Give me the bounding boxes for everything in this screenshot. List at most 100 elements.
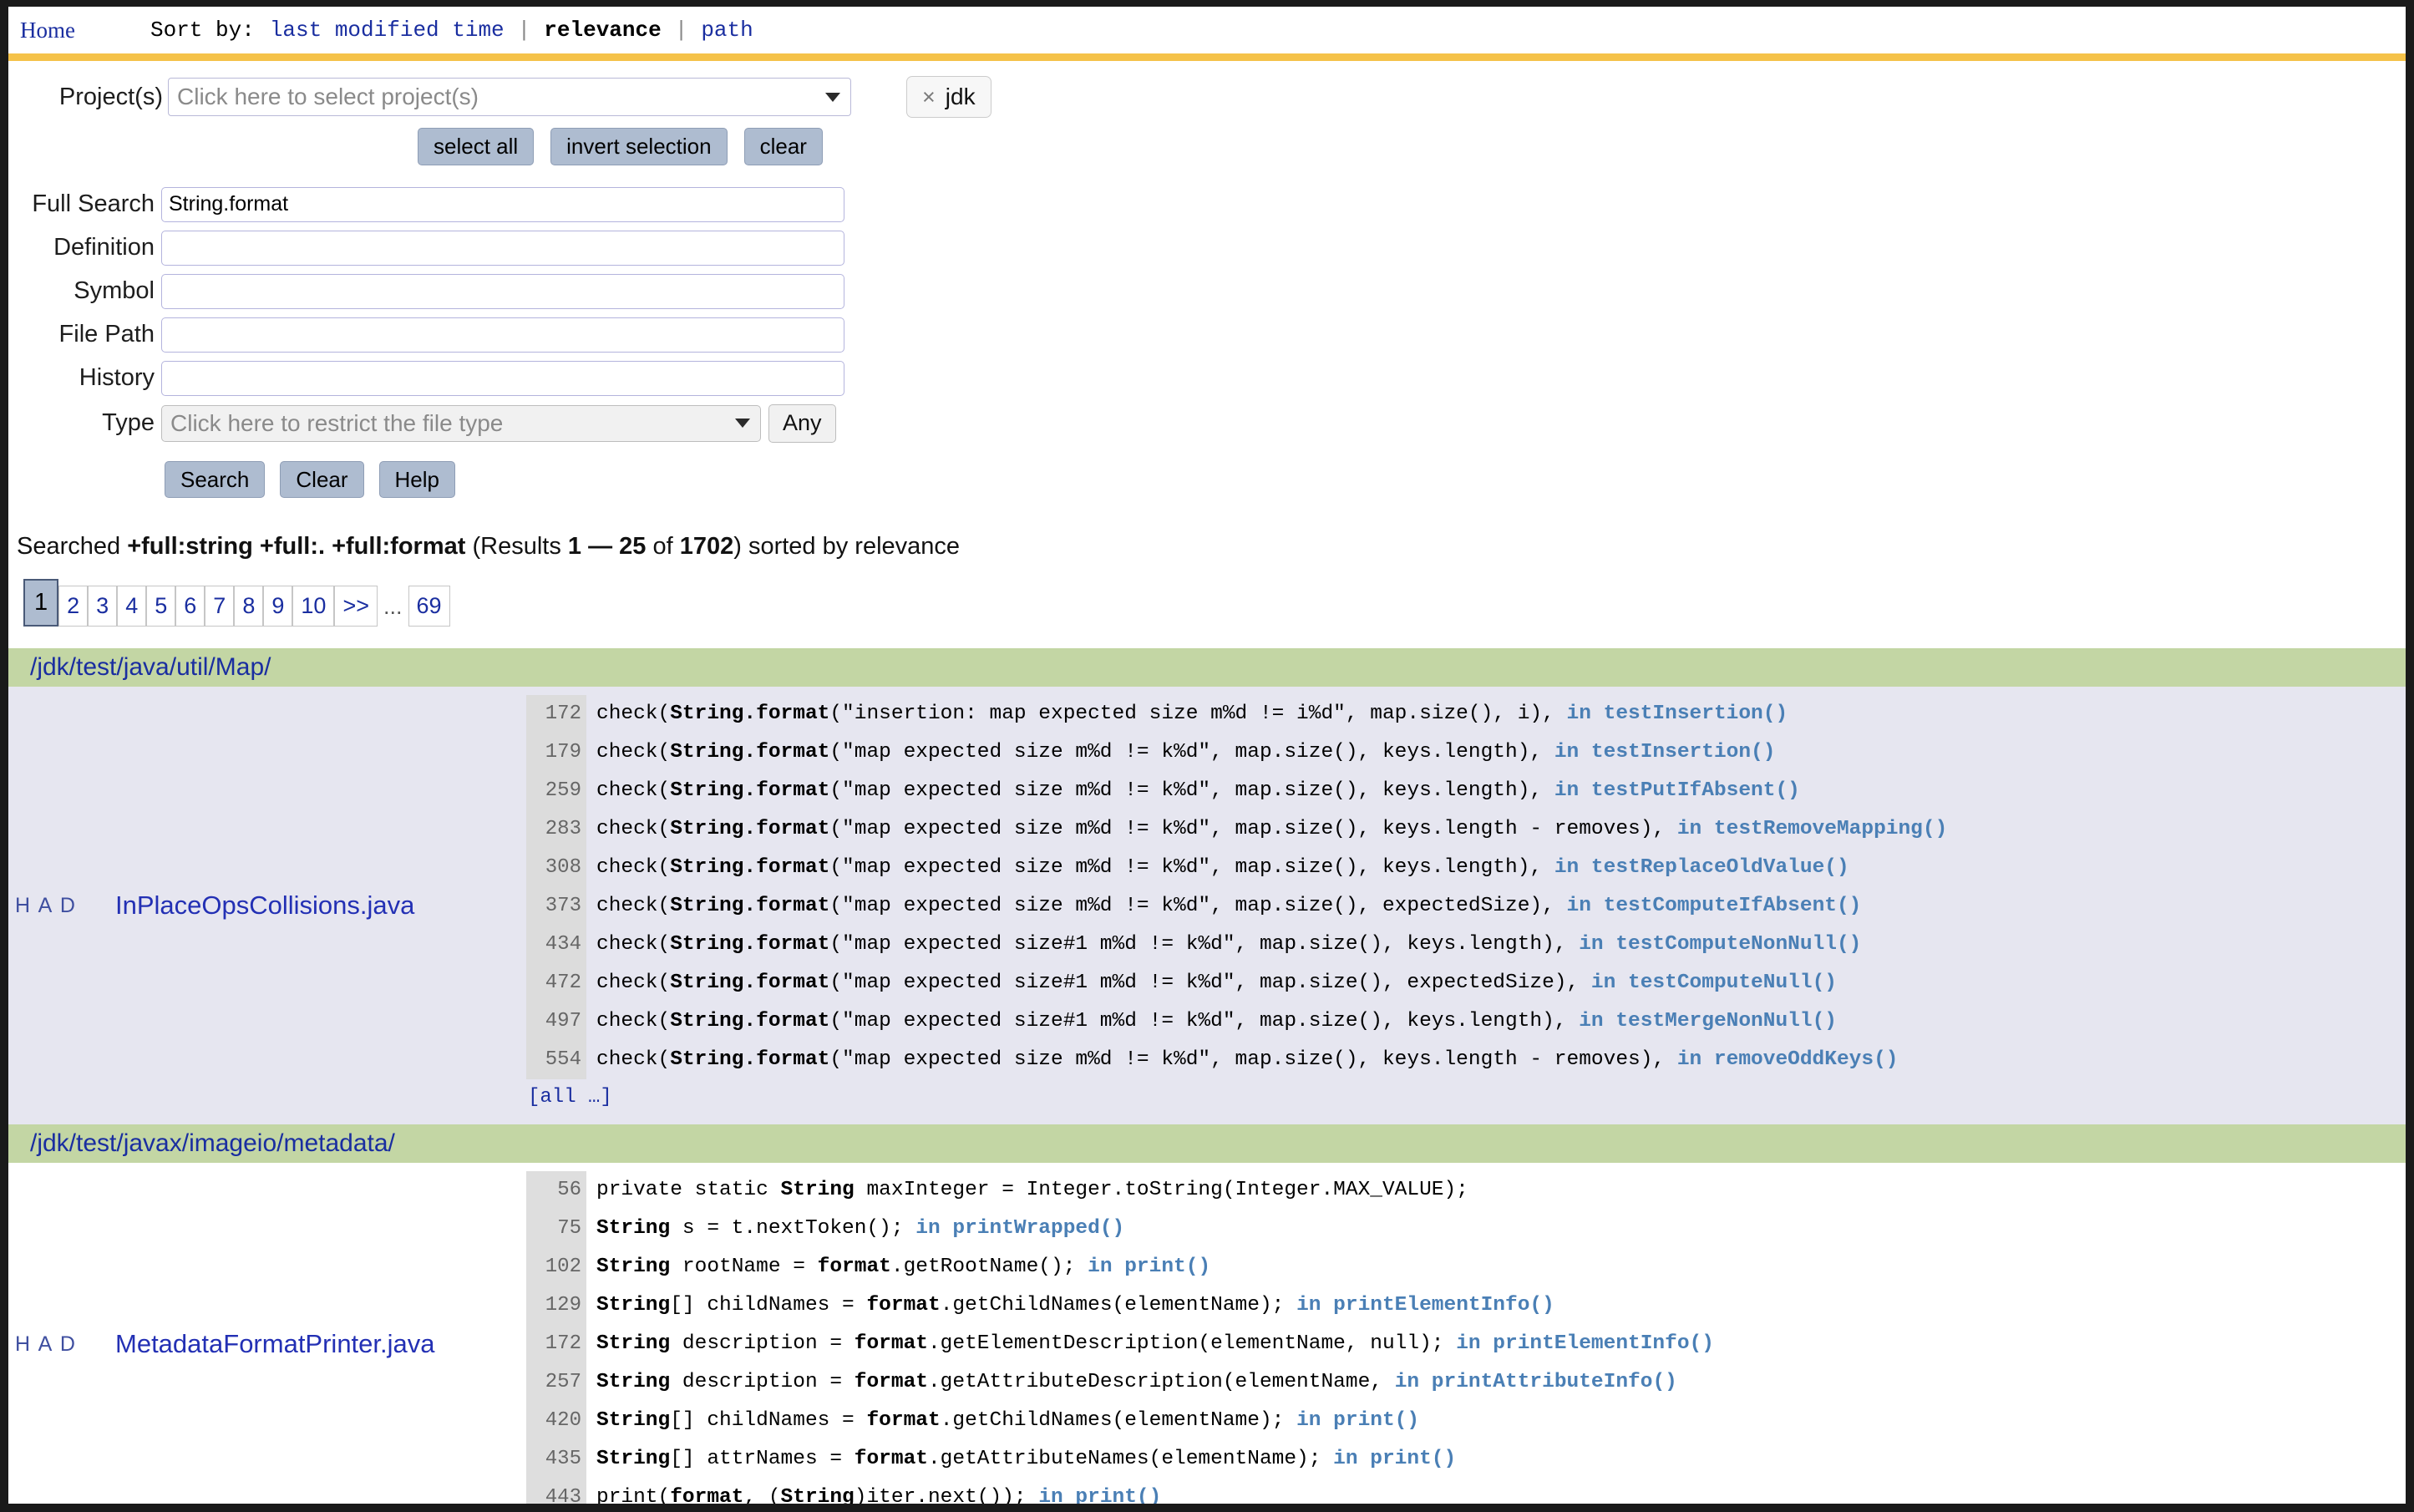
line-number[interactable]: 172 [526,1325,586,1364]
function-link[interactable]: in removeOddKeys() [1677,1048,1899,1071]
match-line[interactable]: 435 String[] attrNames = format.getAttrib… [526,1440,2406,1479]
home-link[interactable]: Home [20,18,75,43]
match-line[interactable]: 434 check(String.format("map expected siz… [526,926,2406,965]
function-link[interactable]: in testMergeNonNull() [1579,1010,1837,1033]
match-line[interactable]: 554 check(String.format("map expected siz… [526,1041,2406,1080]
history-input[interactable] [161,360,844,396]
page-3[interactable]: 3 [88,586,118,627]
function-link[interactable]: in print() [1038,1486,1161,1504]
function-link[interactable]: in testPutIfAbsent() [1554,779,1800,802]
directory-link[interactable]: /jdk/test/javax/imageio/metadata/ [30,1129,395,1157]
function-link[interactable]: in printElementInfo() [1296,1294,1554,1317]
line-number[interactable]: 172 [526,695,586,734]
function-link[interactable]: in testComputeIfAbsent() [1567,895,1862,917]
function-link[interactable]: in printAttributeInfo() [1395,1371,1677,1393]
invert-selection-button[interactable]: invert selection [550,128,728,165]
line-number[interactable]: 56 [526,1171,586,1210]
match-line[interactable]: 129 String[] childNames = format.getChild… [526,1286,2406,1326]
code-pre: check( [596,895,671,918]
file-path-input[interactable] [161,317,844,353]
function-link[interactable]: in printWrapped() [915,1217,1124,1240]
line-number[interactable]: 373 [526,887,586,926]
line-number[interactable]: 129 [526,1286,586,1326]
line-number[interactable]: 554 [526,1041,586,1080]
function-link[interactable]: in testInsertion() [1554,741,1776,764]
project-chip-jdk[interactable]: × jdk [906,76,991,118]
match-line[interactable]: 497 check(String.format("map expected siz… [526,1002,2406,1042]
sort-bar: Sort by: last modified time | relevance … [150,18,755,43]
history-annotate-download-links[interactable]: H A D [15,894,115,918]
line-number[interactable]: 435 [526,1440,586,1479]
match-line[interactable]: 75 String s = t.nextToken(); in printWrap… [526,1210,2406,1249]
line-number[interactable]: 420 [526,1402,586,1441]
match-line[interactable]: 308 check(String.format("map expected siz… [526,849,2406,888]
match-line[interactable]: 259 check(String.format("map expected siz… [526,772,2406,811]
directory-link[interactable]: /jdk/test/java/util/Map/ [30,653,271,681]
function-link[interactable]: in testRemoveMapping() [1677,818,1947,840]
match-line[interactable]: 283 check(String.format("map expected siz… [526,810,2406,850]
last-page-button[interactable]: 69 [408,586,450,627]
show-all-matches-link[interactable]: [all …] [528,1079,2406,1116]
help-button[interactable]: Help [378,460,456,499]
line-number[interactable]: 434 [526,926,586,965]
match-line[interactable]: 172 String description = format.getElemen… [526,1325,2406,1364]
match-line[interactable]: 257 String description = format.getAttrib… [526,1363,2406,1403]
function-link[interactable]: in testComputeNonNull() [1579,933,1861,956]
line-number[interactable]: 283 [526,810,586,850]
search-button[interactable]: Search [165,460,266,499]
sort-option-last-modified-time[interactable]: last modified time [268,18,506,43]
match-line[interactable]: 420 String[] childNames = format.getChild… [526,1402,2406,1441]
match-line[interactable]: 472 check(String.format("map expected siz… [526,964,2406,1003]
type-any-button[interactable]: Any [768,403,836,443]
line-number[interactable]: 179 [526,733,586,773]
match-line[interactable]: 172 check(String.format("insertion: map e… [526,695,2406,734]
function-link[interactable]: in print() [1333,1448,1456,1470]
match-line[interactable]: 179 check(String.format("map expected siz… [526,733,2406,773]
page-2[interactable]: 2 [58,586,89,627]
clear-projects-button[interactable]: clear [743,128,823,165]
page-10[interactable]: 10 [292,586,335,627]
line-number[interactable]: 308 [526,849,586,888]
symbol-input[interactable] [161,273,844,309]
match-highlight: String.format [670,703,830,726]
line-number[interactable]: 497 [526,1002,586,1042]
file-link[interactable]: MetadataFormatPrinter.java [115,1329,435,1359]
match-line[interactable]: 56 private static String maxInteger = Int… [526,1171,2406,1210]
page-9[interactable]: 9 [263,586,293,627]
line-number[interactable]: 102 [526,1248,586,1287]
page-8[interactable]: 8 [234,586,264,627]
match-line[interactable]: 102 String rootName = format.getRootName(… [526,1248,2406,1287]
page-4[interactable]: 4 [117,586,147,627]
match-line[interactable]: 373 check(String.format("map expected siz… [526,887,2406,926]
clear-button[interactable]: Clear [280,460,364,499]
line-number[interactable]: 472 [526,964,586,1003]
page-6[interactable]: 6 [175,586,205,627]
sort-option-relevance[interactable]: relevance [542,18,662,43]
function-link[interactable]: in testInsertion() [1567,703,1788,725]
code-pre: check( [596,933,671,956]
search-form: Project(s) Click here to select project(… [8,61,2406,499]
line-number[interactable]: 259 [526,772,586,811]
line-number[interactable]: 257 [526,1363,586,1403]
function-link[interactable]: in print() [1088,1256,1210,1278]
close-icon[interactable]: × [922,84,936,110]
line-number[interactable]: 443 [526,1479,586,1504]
file-link[interactable]: InPlaceOpsCollisions.java [115,890,414,921]
project-select[interactable]: Click here to select project(s) [168,78,851,116]
page-5[interactable]: 5 [146,586,176,627]
page-1[interactable]: 1 [23,579,59,627]
page-7[interactable]: 7 [205,586,235,627]
type-select[interactable]: Click here to restrict the file type [161,404,761,442]
next-page-button[interactable]: >> [334,586,378,627]
match-line[interactable]: 443 print(format, (String)iter.next()); i… [526,1479,2406,1504]
function-link[interactable]: in testComputeNull() [1591,972,1837,994]
select-all-button[interactable]: select all [418,128,535,165]
full-search-input[interactable]: String.format [161,186,844,222]
line-number[interactable]: 75 [526,1210,586,1249]
sort-option-path[interactable]: path [699,18,754,43]
definition-input[interactable] [161,230,844,266]
function-link[interactable]: in print() [1296,1409,1419,1432]
function-link[interactable]: in printElementInfo() [1456,1332,1714,1355]
history-annotate-download-links[interactable]: H A D [15,1332,115,1357]
function-link[interactable]: in testReplaceOldValue() [1554,856,1849,879]
